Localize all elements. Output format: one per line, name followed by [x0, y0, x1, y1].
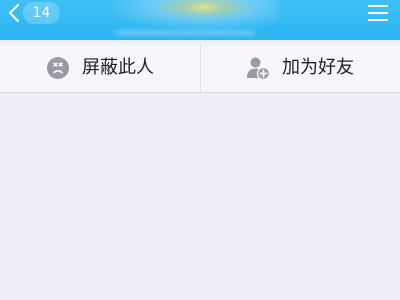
chevron-left-icon: [8, 3, 20, 23]
add-friend-label: 加为好友: [282, 57, 354, 78]
menu-button[interactable]: [364, 0, 392, 28]
top-navigation-bar: 14: [0, 0, 400, 40]
content-area: [0, 93, 400, 300]
block-user-icon: [47, 57, 69, 79]
blurred-profile-banner: [110, 0, 280, 30]
block-user-label: 屏蔽此人: [82, 57, 154, 78]
unread-count-badge: 14: [23, 2, 60, 24]
add-friend-icon: [247, 57, 270, 80]
block-user-button[interactable]: 屏蔽此人: [0, 44, 200, 92]
add-friend-button[interactable]: 加为好友: [200, 44, 400, 92]
hamburger-menu-icon: [368, 5, 388, 21]
blurred-profile-name: [115, 30, 255, 36]
profile-action-bar: 屏蔽此人 加为好友: [0, 44, 400, 93]
back-button[interactable]: 14: [0, 0, 70, 40]
